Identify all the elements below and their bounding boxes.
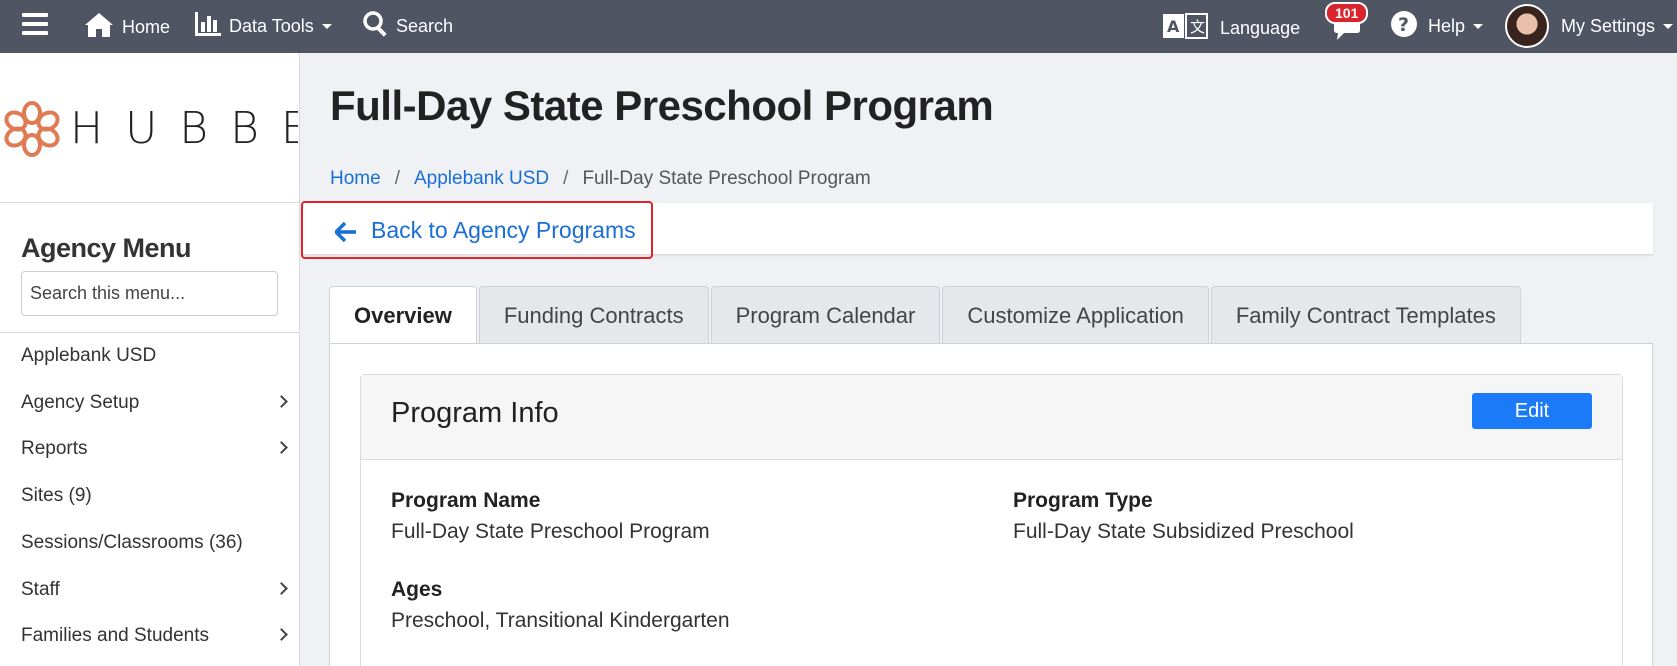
tab-customize-application[interactable]: Customize Application — [942, 286, 1209, 344]
search-icon — [362, 10, 390, 43]
program-type-value: Full-Day State Subsidized Preschool — [1013, 520, 1354, 543]
notification-count-badge: 101 — [1325, 2, 1369, 24]
sidebar-item-label: Staff — [21, 579, 60, 600]
page-title: Full-Day State Preschool Program — [330, 82, 994, 129]
top-nav-bar: Home Data Tools Search A文 Language 101 ?… — [0, 0, 1677, 53]
data-tools-label: Data Tools — [229, 16, 314, 36]
svg-text:A: A — [1167, 17, 1180, 36]
data-tools-dropdown[interactable]: Data Tools — [195, 12, 332, 41]
sidebar-item-families-and-students[interactable]: Families and Students — [21, 621, 296, 651]
breadcrumb-separator: / — [563, 168, 569, 189]
tab-program-calendar[interactable]: Program Calendar — [710, 286, 941, 344]
breadcrumb-agency-link[interactable]: Applebank USD — [414, 168, 549, 190]
sidebar-item-applebank-usd[interactable]: Applebank USD — [21, 341, 296, 371]
sidebar-item-label: Agency Setup — [21, 392, 140, 413]
breadcrumb-separator: / — [394, 168, 400, 189]
logo-area: HUBBE — [0, 53, 299, 203]
bar-chart-icon — [195, 12, 221, 41]
breadcrumb-home-link[interactable]: Home — [330, 168, 381, 190]
menu-search-input[interactable] — [21, 271, 278, 316]
sidebar-item-label: Sessions/Classrooms (36) — [21, 532, 243, 553]
sidebar-item-staff[interactable]: Staff — [21, 575, 296, 605]
tab-overview[interactable]: Overview — [329, 286, 477, 344]
chevron-right-icon — [275, 441, 288, 454]
chevron-down-icon — [321, 24, 332, 29]
svg-text:文: 文 — [1190, 18, 1205, 36]
search-nav-link[interactable]: Search — [362, 10, 453, 43]
user-avatar[interactable] — [1505, 4, 1549, 48]
agency-sidebar: HUBBE Agency Menu Applebank USD Agency S… — [0, 53, 300, 666]
sidebar-item-sessions-classrooms[interactable]: Sessions/Classrooms (36) — [21, 528, 296, 558]
tab-funding-contracts[interactable]: Funding Contracts — [478, 286, 709, 344]
hamburger-menu-icon[interactable] — [22, 12, 48, 36]
back-to-agency-programs-link[interactable]: Back to Agency Programs — [301, 201, 653, 259]
tab-family-contract-templates[interactable]: Family Contract Templates — [1210, 286, 1521, 344]
question-circle-icon: ? — [1390, 10, 1418, 43]
program-info-card: Program Info Edit Program Name Full-Day … — [360, 374, 1623, 666]
my-settings-label: My Settings — [1561, 16, 1656, 36]
program-name-value: Full-Day State Preschool Program — [391, 520, 710, 543]
arrow-left-icon — [334, 221, 357, 248]
chevron-right-icon — [275, 628, 288, 641]
breadcrumb: Home / Applebank USD / Full-Day State Pr… — [330, 168, 871, 190]
sidebar-item-reports[interactable]: Reports — [21, 434, 296, 464]
translate-icon: A文 — [1162, 13, 1208, 44]
chevron-down-icon — [1663, 24, 1674, 29]
sidebar-item-agency-setup[interactable]: Agency Setup — [21, 388, 296, 418]
agency-menu-title: Agency Menu — [21, 233, 192, 263]
search-nav-label: Search — [396, 16, 454, 36]
home-nav-link[interactable]: Home — [84, 12, 170, 43]
program-type-label: Program Type — [1013, 489, 1153, 512]
chevron-right-icon — [275, 395, 288, 408]
help-dropdown[interactable]: ? Help — [1390, 10, 1484, 43]
home-nav-label: Home — [122, 17, 171, 37]
chevron-right-icon — [275, 582, 288, 595]
edit-button[interactable]: Edit — [1472, 393, 1592, 429]
chevron-down-icon — [1473, 24, 1484, 29]
ages-value: Preschool, Transitional Kindergarten — [391, 609, 730, 632]
sidebar-item-sites[interactable]: Sites (9) — [21, 481, 296, 511]
sidebar-item-label: Families and Students — [21, 625, 209, 646]
my-settings-dropdown[interactable]: My Settings — [1561, 16, 1674, 37]
language-label: Language — [1220, 18, 1301, 38]
language-selector[interactable]: A文 Language — [1162, 13, 1300, 44]
home-icon — [84, 12, 114, 43]
ages-label: Ages — [391, 578, 443, 601]
svg-text:?: ? — [1398, 14, 1409, 36]
back-link-label: Back to Agency Programs — [371, 216, 636, 243]
flower-logo-icon[interactable] — [4, 101, 60, 162]
sidebar-item-label: Sites (9) — [21, 485, 92, 506]
program-tabs: Overview Funding Contracts Program Calen… — [329, 286, 1523, 344]
menu-divider — [0, 332, 300, 333]
program-name-label: Program Name — [391, 489, 541, 512]
breadcrumb-current: Full-Day State Preschool Program — [582, 168, 871, 189]
sidebar-item-label: Reports — [21, 438, 88, 459]
card-header: Program Info Edit — [361, 375, 1622, 460]
sidebar-item-label: Applebank USD — [21, 345, 157, 366]
help-label: Help — [1428, 16, 1466, 36]
card-title: Program Info — [391, 397, 559, 429]
logo-wordmark[interactable]: HUBBE — [70, 103, 298, 154]
